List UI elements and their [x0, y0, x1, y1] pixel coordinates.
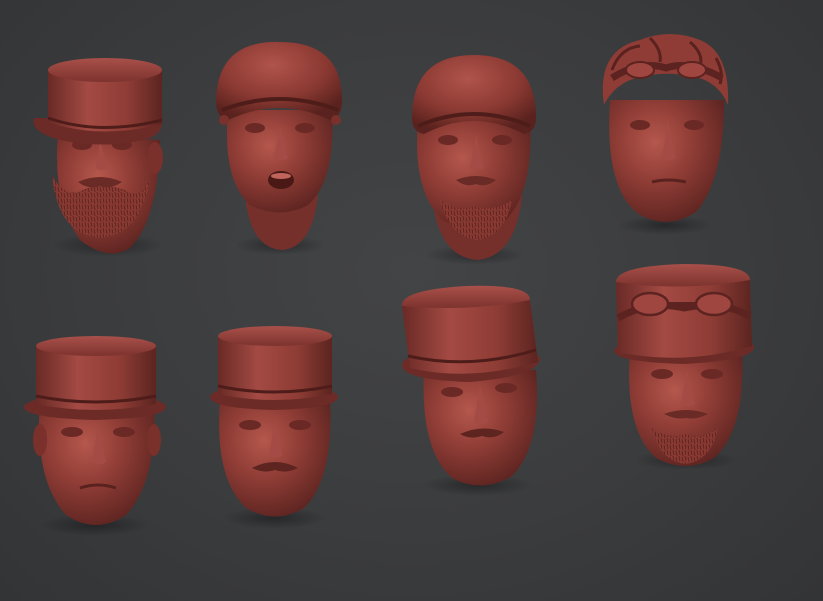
head-7-kepi-mustache-tilted [401, 285, 540, 496]
head-4-goggles-hair [602, 34, 729, 235]
heads-render [23, 34, 755, 536]
head-3-helmet-goatee [412, 55, 536, 265]
head-8-kepi-goggles-goatee [613, 264, 755, 470]
head-6-kepi-mustache [209, 326, 339, 529]
head-2-helmet-shouting [216, 41, 342, 255]
render-viewport [0, 0, 823, 601]
head-1-kepi-bearded [33, 58, 163, 257]
head-5-kepi-plain [23, 336, 167, 536]
